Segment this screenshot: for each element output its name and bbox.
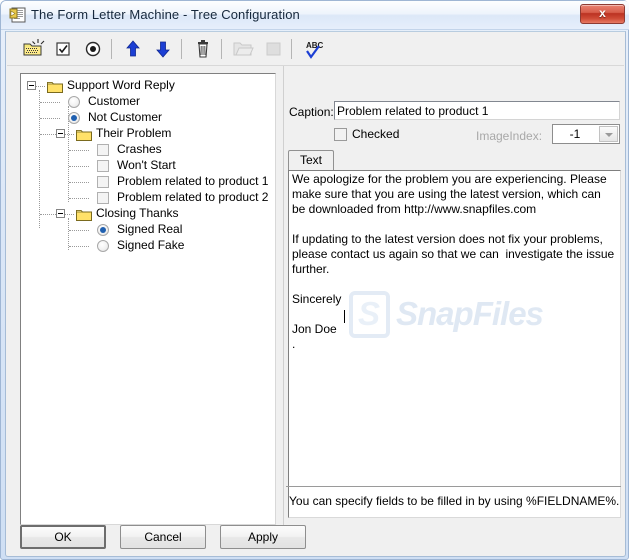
tree-connector: [69, 230, 89, 231]
close-button[interactable]: x: [580, 4, 625, 24]
ok-button[interactable]: OK: [20, 525, 106, 549]
tree-connector: [69, 198, 89, 199]
expander-icon[interactable]: [27, 81, 36, 90]
tree-connector: [40, 102, 60, 103]
imageindex-value: -1: [569, 127, 581, 141]
tab-strip: Text: [288, 150, 621, 171]
title-bar: The Form Letter Machine - Tree Configura…: [1, 1, 629, 30]
tree-node-label: Customer: [88, 94, 141, 108]
tab-label: Text: [299, 153, 322, 167]
caption-input[interactable]: [334, 101, 620, 120]
tab-text[interactable]: Text: [288, 150, 334, 171]
new-folder-button[interactable]: [21, 37, 45, 61]
letter-text: We apologize for the problem you are exp…: [292, 172, 615, 351]
tree-connector: [65, 134, 74, 135]
dialog-client-area: ABC Support Word Reply Customer Not Cust…: [5, 31, 626, 557]
checkbox-icon[interactable]: [97, 144, 109, 156]
toolbar-separator: [111, 39, 112, 59]
folder-icon: [76, 128, 92, 141]
tree-node-label: Support Word Reply: [67, 78, 175, 92]
tree-node-label: Not Customer: [88, 110, 163, 124]
tree-connector: [39, 90, 40, 228]
tree-node-label: Signed Fake: [117, 238, 185, 252]
toolbar-separator: [181, 39, 182, 59]
divider: [286, 486, 621, 487]
imageindex-combobox[interactable]: -1: [552, 124, 620, 144]
dialog-footer: OK Cancel Apply: [7, 519, 624, 555]
move-down-button[interactable]: [151, 37, 175, 61]
checkbox-icon[interactable]: [97, 176, 109, 188]
apply-button[interactable]: Apply: [220, 525, 306, 549]
text-editor[interactable]: S SnapFiles We apologize for the problem …: [288, 170, 621, 518]
tree-connector: [69, 166, 89, 167]
folder-icon: [76, 208, 92, 221]
tree-connector: [65, 214, 74, 215]
tree-connector: [40, 118, 60, 119]
tree-connector: [36, 86, 45, 87]
dialog-window: The Form Letter Machine - Tree Configura…: [0, 0, 629, 560]
toolbar-separator: [291, 39, 292, 59]
tree-connector: [69, 182, 89, 183]
checkbox-icon[interactable]: [97, 192, 109, 204]
tree-node-label: Won't Start: [117, 158, 176, 172]
spell-check-button[interactable]: ABC: [301, 37, 325, 61]
new-radio-node-button[interactable]: [81, 37, 105, 61]
tree-connector: [69, 150, 89, 151]
tree-connector: [40, 134, 56, 135]
chevron-down-icon[interactable]: [599, 126, 618, 142]
radio-icon-selected[interactable]: [97, 224, 109, 236]
text-caret: [344, 310, 345, 323]
tree-connector: [40, 214, 56, 215]
app-notepad-document-icon: [9, 6, 27, 24]
imageindex-label: ImageIndex:: [476, 129, 543, 143]
radio-icon[interactable]: [97, 240, 109, 252]
tree-node-label: Their Problem: [96, 126, 172, 140]
folder-icon: [47, 80, 63, 93]
expander-icon[interactable]: [56, 129, 65, 138]
svg-text:ABC: ABC: [306, 41, 324, 50]
tree-view[interactable]: Support Word Reply Customer Not Customer: [20, 73, 276, 525]
tree-node-label: Signed Real: [117, 222, 183, 236]
tree-node-label: Crashes: [117, 142, 162, 156]
close-icon: x: [599, 6, 606, 20]
checked-label: Checked: [352, 127, 400, 141]
radio-icon[interactable]: [68, 96, 80, 108]
toolbar: ABC: [7, 33, 624, 66]
checkbox-icon[interactable]: [97, 160, 109, 172]
toolbar-separator: [221, 39, 222, 59]
expander-icon[interactable]: [56, 209, 65, 218]
hint-label: You can specify fields to be filled in b…: [289, 494, 620, 508]
tree-node-label: Problem related to product 2: [117, 190, 269, 204]
delete-node-button[interactable]: [191, 37, 215, 61]
new-check-node-button[interactable]: [51, 37, 75, 61]
caption-label: Caption:: [289, 105, 334, 119]
tree-connector: [69, 246, 89, 247]
window-title: The Form Letter Machine - Tree Configura…: [31, 7, 300, 22]
stop-button: [261, 37, 285, 61]
details-panel: Caption: Checked ImageIndex: -1 Text SSn…: [283, 66, 624, 525]
cancel-button[interactable]: Cancel: [120, 525, 206, 549]
tree-node-label: Problem related to product 1: [117, 174, 269, 188]
open-file-button: [231, 37, 255, 61]
tree-node-label: Closing Thanks: [96, 206, 179, 220]
move-up-button[interactable]: [121, 37, 145, 61]
checked-checkbox[interactable]: [334, 128, 347, 141]
radio-icon-selected[interactable]: [68, 112, 80, 124]
